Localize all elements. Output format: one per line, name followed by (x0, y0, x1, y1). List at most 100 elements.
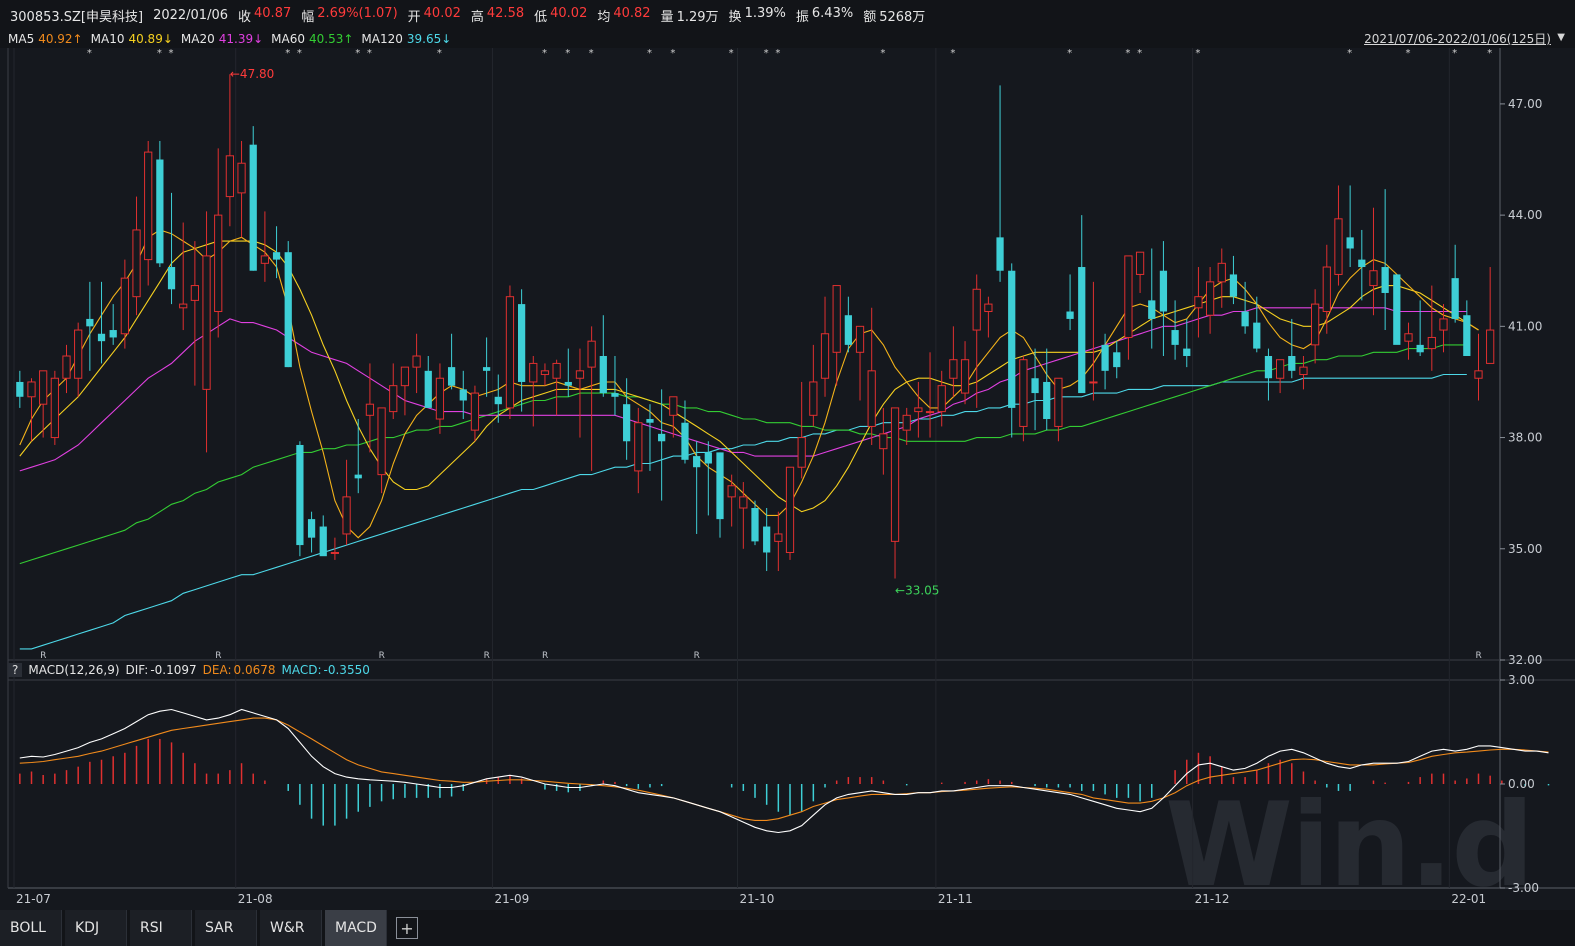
price-chart[interactable]: 21-07 21-08 21-09 21-10 21-11 21-12 22-01 47.00… (0, 48, 1575, 910)
low-label: 低 (534, 9, 548, 25)
event-star: * (1347, 48, 1352, 59)
tab-wr[interactable]: W&R (260, 910, 322, 946)
add-tab-icon[interactable]: + (396, 917, 418, 939)
open-value: 40.02 (423, 5, 461, 21)
event-star: * (729, 48, 734, 59)
amount-value: 5268万 (879, 9, 926, 25)
rights-mark: R (694, 651, 700, 661)
dea-line (19, 717, 1549, 821)
candle-down (424, 370, 432, 408)
candle-down (319, 526, 327, 557)
candle-up (1089, 381, 1098, 384)
help-icon[interactable]: ? (8, 663, 23, 677)
candle-up (902, 414, 911, 431)
candle-up (389, 385, 398, 413)
candle-up (1205, 281, 1215, 316)
indicator-tabs: BOLL KDJ RSI SAR W&R MACD + (0, 910, 1575, 946)
candle-up (1427, 336, 1436, 350)
candle-down (1008, 270, 1016, 408)
ma5-line (19, 229, 1479, 539)
candle-up (855, 325, 865, 353)
candle-down (1101, 344, 1109, 371)
candle-down (459, 389, 467, 401)
chevron-down-icon[interactable]: ▼ (1557, 32, 1565, 43)
candle-up (132, 229, 141, 298)
event-star: * (542, 48, 547, 59)
candle-up (214, 214, 223, 313)
candle-down (693, 456, 701, 468)
candle-down (447, 367, 456, 386)
event-star: * (1195, 48, 1200, 59)
tab-kdj[interactable]: KDJ (65, 910, 127, 946)
candle-down (1148, 300, 1156, 319)
candle-up (820, 333, 830, 379)
tab-sar[interactable]: SAR (195, 910, 257, 946)
tab-rsi[interactable]: RSI (130, 910, 192, 946)
candle-down (1264, 356, 1273, 379)
candle-up (575, 370, 585, 379)
event-star: * (169, 48, 174, 59)
candle-up (330, 551, 340, 554)
amplitude-value: 6.43% (811, 5, 854, 21)
candle-up (1217, 262, 1226, 283)
event-star: * (355, 48, 360, 59)
change-value: 2.69%(1.07) (317, 5, 398, 21)
macd-name: MACD(12,26,9) (28, 663, 120, 677)
event-star: * (647, 48, 652, 59)
candle-down (109, 330, 117, 338)
tab-boll[interactable]: BOLL (0, 910, 62, 946)
candle-up (634, 422, 643, 472)
candle-up (587, 340, 596, 368)
candle-up (1311, 303, 1320, 346)
event-star: * (1405, 48, 1410, 59)
candle-down (1381, 267, 1389, 293)
high-value: 42.58 (486, 5, 525, 21)
candle-down (354, 474, 362, 479)
candle-up (505, 296, 515, 409)
candle-down (623, 404, 631, 442)
close-value: 40.87 (254, 5, 292, 21)
stock-code[interactable]: 300853.SZ[申昊科技] (10, 6, 143, 25)
candle-down (1393, 274, 1401, 345)
candle-down (564, 381, 572, 386)
y-tick-label: 41.00 (1508, 319, 1542, 333)
x-tick-label: 22-01 (1451, 892, 1486, 906)
candle-down (156, 159, 164, 264)
candle-down (599, 356, 607, 394)
candle-up (342, 496, 351, 535)
candle-up (27, 381, 36, 398)
event-star: * (297, 48, 302, 59)
date-range-selector[interactable]: 2021/07/06-2022/01/06(125日) (1364, 30, 1551, 48)
candle-up (727, 485, 736, 498)
candle-down (1031, 378, 1039, 394)
tab-macd[interactable]: MACD (325, 910, 387, 946)
dif-label: DIF: (125, 663, 149, 677)
macd-value: -0.3550 (323, 663, 370, 677)
event-star: * (775, 48, 780, 59)
candle-down (167, 267, 176, 290)
ma-lines (19, 229, 1479, 650)
candle-down (996, 237, 1004, 271)
event-star: * (880, 48, 885, 59)
candle-up (552, 362, 561, 379)
candle-down (1171, 330, 1179, 345)
y-tick-label: 47.00 (1508, 97, 1542, 111)
quote-header: 300853.SZ[申昊科技] 2022/01/06 收 40.87 幅 2.69%… (0, 0, 1575, 30)
rights-mark: R (1475, 651, 1481, 661)
candle-down (1229, 274, 1238, 297)
candle-down (1288, 356, 1296, 371)
avg-label: 均 (597, 9, 611, 25)
candle-down (716, 452, 724, 520)
candle-up (1194, 296, 1203, 309)
ma20-value: 41.39↓ (218, 32, 264, 46)
x-tick-label: 21-11 (938, 892, 973, 906)
candle-up (832, 285, 841, 353)
event-star: * (589, 48, 594, 59)
candle-up (914, 407, 923, 413)
candle-up (1299, 366, 1308, 376)
candle-up (1124, 255, 1133, 338)
candle-down (307, 519, 316, 538)
macd-tick-label: 3.00 (1508, 673, 1535, 687)
ma-legend: MA5 40.92↑ MA10 40.89↓ MA20 41.39↓ MA60 … (0, 30, 1575, 48)
amount-label: 额 (863, 9, 877, 25)
